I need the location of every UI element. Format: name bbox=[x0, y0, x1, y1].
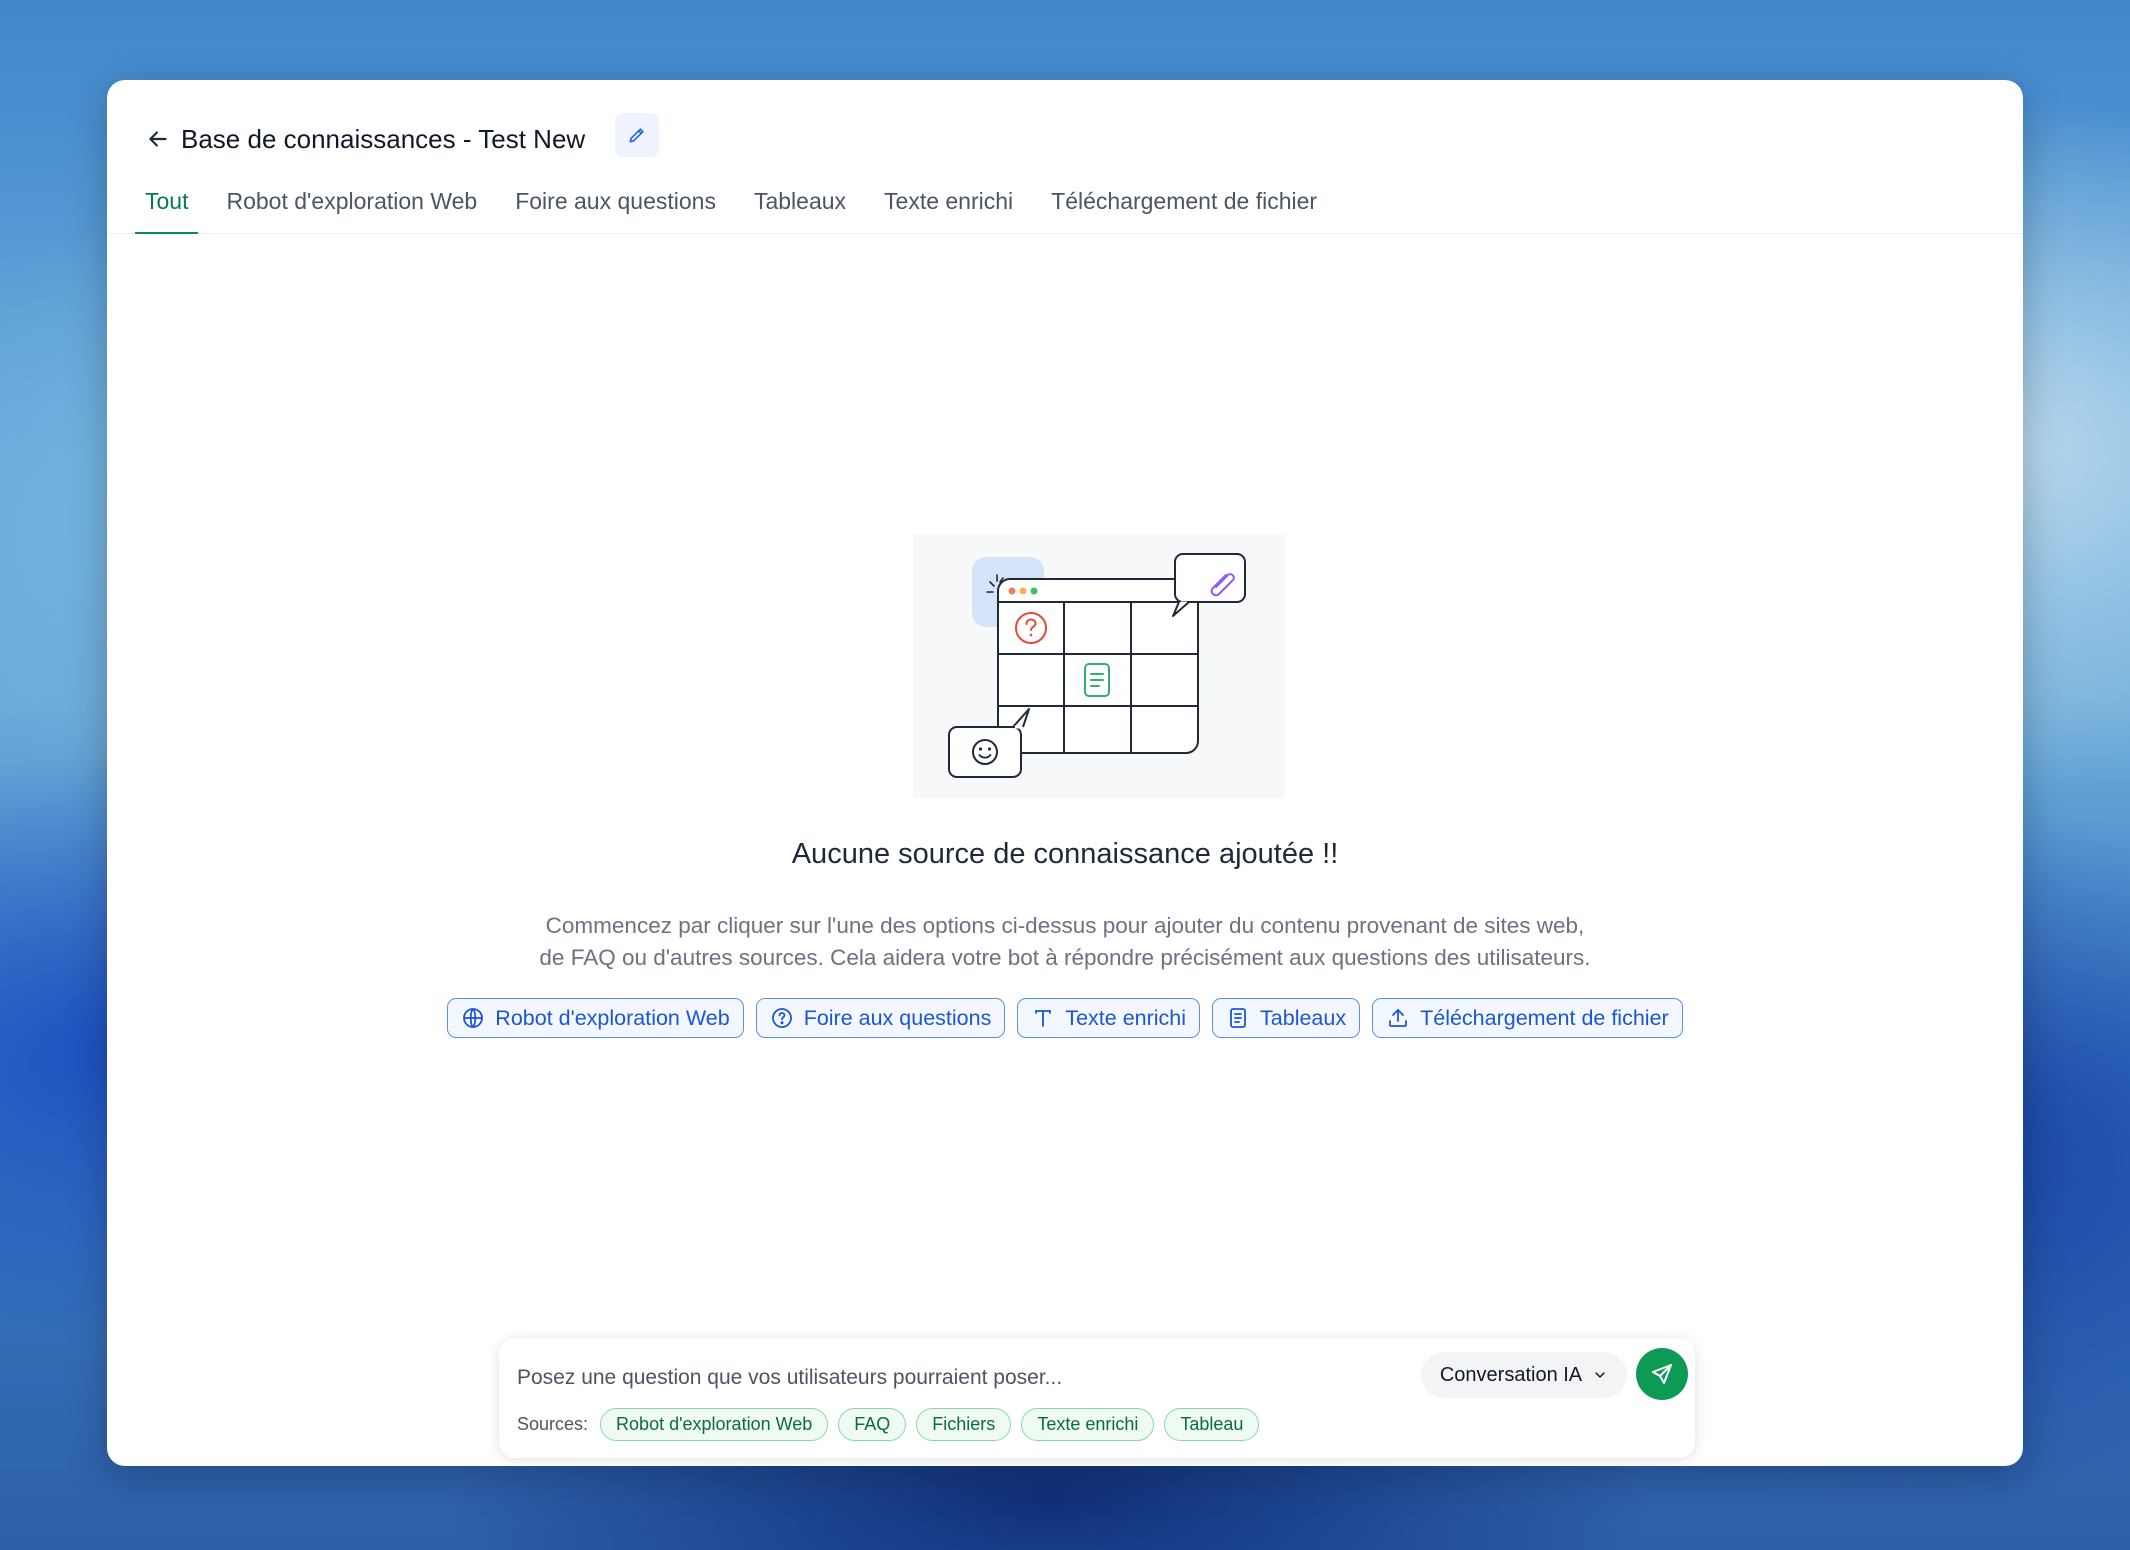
conversation-mode-label: Conversation IA bbox=[1439, 1363, 1583, 1386]
add-web-crawler-button[interactable]: Robot d'exploration Web bbox=[447, 998, 744, 1038]
back-button[interactable] bbox=[137, 118, 179, 160]
add-tables-label: Tableaux bbox=[1260, 1005, 1347, 1030]
send-icon bbox=[1652, 1364, 1672, 1384]
add-rich-text-button[interactable]: Texte enrichi bbox=[1017, 998, 1201, 1038]
tab-file-upload[interactable]: Téléchargement de fichier bbox=[1041, 180, 1327, 234]
knowledge-base-window: Base de connaissances - Test New Tout Ro… bbox=[107, 80, 2023, 1466]
add-tables-button[interactable]: Tableaux bbox=[1212, 998, 1361, 1038]
add-rich-text-label: Texte enrichi bbox=[1065, 1005, 1187, 1030]
tab-web-crawler[interactable]: Robot d'exploration Web bbox=[216, 180, 487, 234]
add-file-upload-button[interactable]: Téléchargement de fichier bbox=[1372, 998, 1683, 1038]
globe-icon bbox=[463, 1008, 484, 1028]
source-chip-table[interactable]: Tableau bbox=[1164, 1407, 1260, 1441]
question-input[interactable] bbox=[517, 1358, 1397, 1398]
empty-state-title: Aucune source de connaissance ajoutée !! bbox=[791, 838, 1339, 870]
tab-tables[interactable]: Tableaux bbox=[744, 180, 856, 234]
sources-filter: Sources: Robot d'exploration Web FAQ Fic… bbox=[517, 1406, 1260, 1442]
chevron-down-icon bbox=[1595, 1372, 1605, 1378]
add-web-crawler-label: Robot d'exploration Web bbox=[495, 1005, 730, 1030]
conversation-mode-select[interactable]: Conversation IA bbox=[1421, 1352, 1627, 1398]
source-chip-rich-text[interactable]: Texte enrichi bbox=[1021, 1407, 1155, 1441]
question-circle-icon bbox=[771, 1008, 792, 1028]
source-chip-web-crawler[interactable]: Robot d'exploration Web bbox=[600, 1407, 829, 1441]
empty-state-illustration bbox=[913, 534, 1285, 798]
tab-faq[interactable]: Foire aux questions bbox=[505, 180, 726, 234]
page-title: Base de connaissances - Test New bbox=[181, 124, 586, 154]
sources-label: Sources: bbox=[517, 1413, 589, 1434]
page-header: Base de connaissances - Test New Tout Ro… bbox=[107, 80, 2023, 234]
empty-state-description-line1: Commencez par cliquer sur l'une des opti… bbox=[545, 913, 1585, 938]
source-chip-files[interactable]: Fichiers bbox=[916, 1407, 1012, 1441]
document-icon bbox=[1230, 1008, 1246, 1028]
tab-rich-text[interactable]: Texte enrichi bbox=[874, 180, 1023, 234]
test-question-composer: Conversation IA Sources: Robot d'explora… bbox=[499, 1338, 1695, 1458]
add-faq-label: Foire aux questions bbox=[803, 1005, 992, 1030]
send-button[interactable] bbox=[1636, 1348, 1688, 1400]
add-file-upload-label: Téléchargement de fichier bbox=[1420, 1005, 1669, 1030]
pencil-icon bbox=[629, 128, 644, 143]
empty-state-description-line2: de FAQ ou d'autres sources. Cela aidera … bbox=[539, 945, 1591, 970]
tab-all[interactable]: Tout bbox=[135, 180, 199, 234]
edit-title-button[interactable] bbox=[615, 113, 659, 157]
source-chip-faq[interactable]: FAQ bbox=[838, 1407, 907, 1441]
add-source-actions: Robot d'exploration Web Foire aux questi… bbox=[107, 998, 2023, 1038]
source-tabs: Tout Robot d'exploration Web Foire aux q… bbox=[135, 180, 1345, 234]
empty-state-description: Commencez par cliquer sur l'une des opti… bbox=[107, 910, 2023, 974]
text-icon bbox=[1035, 1010, 1052, 1027]
add-faq-button[interactable]: Foire aux questions bbox=[755, 998, 1006, 1038]
arrow-left-icon bbox=[149, 131, 167, 147]
upload-icon bbox=[1389, 1009, 1408, 1027]
